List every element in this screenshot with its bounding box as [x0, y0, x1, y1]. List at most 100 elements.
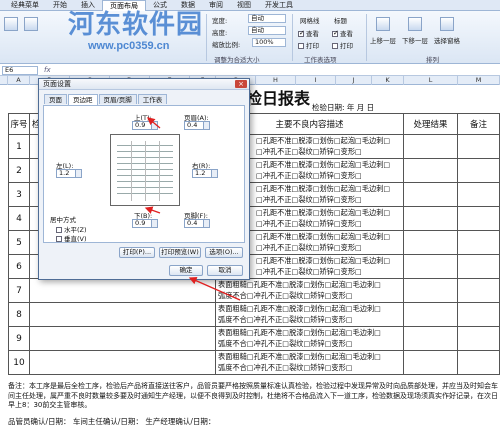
table-cell[interactable] [458, 351, 500, 375]
table-cell[interactable] [404, 183, 458, 207]
print-preview-button[interactable]: 打印预览(W) [159, 247, 201, 258]
signature-line: 品管员确认/日期： 车间主任确认/日期： 生产经理确认/日期： [8, 417, 216, 426]
row-number: 1 [8, 135, 30, 159]
column-header[interactable]: H [256, 76, 296, 85]
theme-icon[interactable] [4, 17, 18, 31]
tab-developer[interactable]: 开发工具 [258, 0, 300, 11]
table-cell[interactable] [404, 207, 458, 231]
selection-pane-button[interactable]: 选择窗格 [434, 35, 460, 45]
dialog-title: 页面设置 [43, 80, 71, 88]
bring-forward-icon [376, 17, 390, 31]
row-number: 2 [8, 159, 30, 183]
headings-view-checkbox[interactable]: 查看 [332, 28, 353, 38]
table-cell[interactable] [458, 231, 500, 255]
tab-view[interactable]: 视图 [230, 0, 258, 11]
table-cell[interactable] [404, 279, 458, 303]
fit-group-title: 调整为合适大小 [214, 56, 260, 64]
tab-sheet[interactable]: 工作表 [137, 94, 168, 104]
defect-options-text: 表面粗糙□孔距不准□脱漆□划伤□起泡□毛边刺□ [218, 352, 381, 361]
bring-forward-button[interactable]: 上移一层 [370, 35, 396, 45]
cancel-button[interactable]: 取消 [207, 265, 243, 276]
header-margin-input[interactable]: 0.4 [184, 121, 210, 130]
table-cell[interactable] [404, 303, 458, 327]
send-backward-button[interactable]: 下移一层 [402, 35, 428, 45]
gridlines-view-checkbox[interactable]: 查看 [298, 28, 319, 38]
height-select[interactable]: 自动 [248, 26, 286, 35]
tab-review[interactable]: 审阅 [202, 0, 230, 11]
center-on-page-label: 居中方式 [50, 216, 76, 224]
inspection-date-line: 检验日期: 年 月 日 [312, 103, 375, 112]
gridlines-label: 网格线 [300, 17, 320, 25]
column-header[interactable]: A [8, 76, 30, 85]
tab-classic-menu[interactable]: 经典菜单 [4, 0, 46, 11]
options-button[interactable]: 选项(O)... [205, 247, 243, 258]
headings-print-checkbox[interactable]: 打印 [332, 40, 353, 50]
tab-header-footer[interactable]: 页眉/页脚 [98, 94, 137, 104]
defect-options-text: 表面粗糙□孔距不准□脱漆□划伤□起泡□毛边刺□ [218, 280, 381, 289]
fx-icon[interactable]: fx [44, 66, 51, 74]
row-number: 10 [8, 351, 30, 375]
table-cell[interactable] [458, 327, 500, 351]
height-label: 高度: [212, 29, 228, 37]
ok-button[interactable]: 确定 [169, 265, 203, 276]
row-number: 5 [8, 231, 30, 255]
top-margin-input[interactable]: 0.9 [132, 121, 158, 130]
column-header[interactable]: J [336, 76, 372, 85]
dialog-titlebar[interactable]: 页面设置 × [39, 79, 249, 90]
table-cell[interactable] [404, 135, 458, 159]
center-vertical-checkbox[interactable]: 垂直(V) [56, 233, 87, 243]
footer-note: 备注：本工序是最后全检工序，检验后产品将直接送往客户，品管员要严格按照质量标准认… [8, 382, 498, 409]
right-margin-input[interactable]: 1.2 [192, 169, 218, 178]
margins-icon[interactable] [24, 17, 38, 31]
page-setup-dialog: 页面设置 × 页面 页边距 页眉/页脚 工作表 上(T): 0.9 页眉(A):… [38, 78, 250, 280]
row-number: 3 [8, 183, 30, 207]
column-header[interactable]: I [296, 76, 336, 85]
defect-options-text: 弧度不合□冲孔不正□裂纹□矫锌□变形□ [218, 315, 353, 324]
table-cell[interactable] [458, 135, 500, 159]
tab-page[interactable]: 页面 [44, 94, 67, 104]
table-cell[interactable] [404, 231, 458, 255]
table-cell[interactable] [458, 303, 500, 327]
gridlines-print-checkbox[interactable]: 打印 [298, 40, 319, 50]
table-cell[interactable] [30, 279, 216, 303]
defect-options-text: 弧度不合□冲孔不正□裂纹□矫锌□变形□ [218, 339, 353, 348]
table-cell[interactable] [30, 303, 216, 327]
report-title: 检日报表 [246, 89, 311, 108]
table-cell[interactable] [404, 351, 458, 375]
width-select[interactable]: 自动 [248, 14, 286, 23]
table-cell[interactable] [458, 255, 500, 279]
row-number: 4 [8, 207, 30, 231]
row-number: 8 [8, 303, 30, 327]
bottom-margin-input[interactable]: 0.9 [132, 219, 158, 228]
width-label: 宽度: [212, 17, 228, 25]
row-number: 7 [8, 279, 30, 303]
column-header[interactable]: M [458, 76, 500, 85]
header-remark: 备注 [458, 113, 500, 135]
name-box[interactable]: E6 [2, 66, 38, 75]
sheet-options-group-title: 工作表选项 [304, 56, 337, 64]
left-margin-input[interactable]: 1.2 [56, 169, 82, 178]
table-cell[interactable] [458, 183, 500, 207]
table-cell[interactable] [458, 159, 500, 183]
select-all-corner[interactable] [0, 76, 8, 85]
watermark-url: www.pc0359.cn [88, 40, 170, 52]
table-cell[interactable] [30, 327, 216, 351]
table-cell[interactable] [458, 279, 500, 303]
scale-spinner[interactable]: 100% [252, 38, 286, 47]
table-cell[interactable] [404, 327, 458, 351]
formula-bar: E6 fx [0, 65, 500, 76]
table-cell[interactable] [458, 207, 500, 231]
margins-panel: 上(T): 0.9 页眉(A): 0.4 左(L): 1.2 右(R): 1.2… [43, 105, 245, 243]
table-cell[interactable] [30, 351, 216, 375]
footer-margin-input[interactable]: 0.4 [184, 219, 210, 228]
table-cell[interactable] [404, 255, 458, 279]
dialog-tabs: 页面 页边距 页眉/页脚 工作表 [44, 94, 168, 105]
send-backward-icon [408, 17, 422, 31]
tab-margins[interactable]: 页边距 [68, 94, 98, 105]
defect-options-text: 弧度不合□冲孔不正□裂纹□矫锌□变形□ [218, 363, 353, 372]
column-header[interactable]: L [404, 76, 458, 85]
print-button[interactable]: 打印(P)... [119, 247, 155, 258]
close-icon[interactable]: × [235, 80, 247, 88]
column-header[interactable]: K [372, 76, 404, 85]
table-cell[interactable] [404, 159, 458, 183]
